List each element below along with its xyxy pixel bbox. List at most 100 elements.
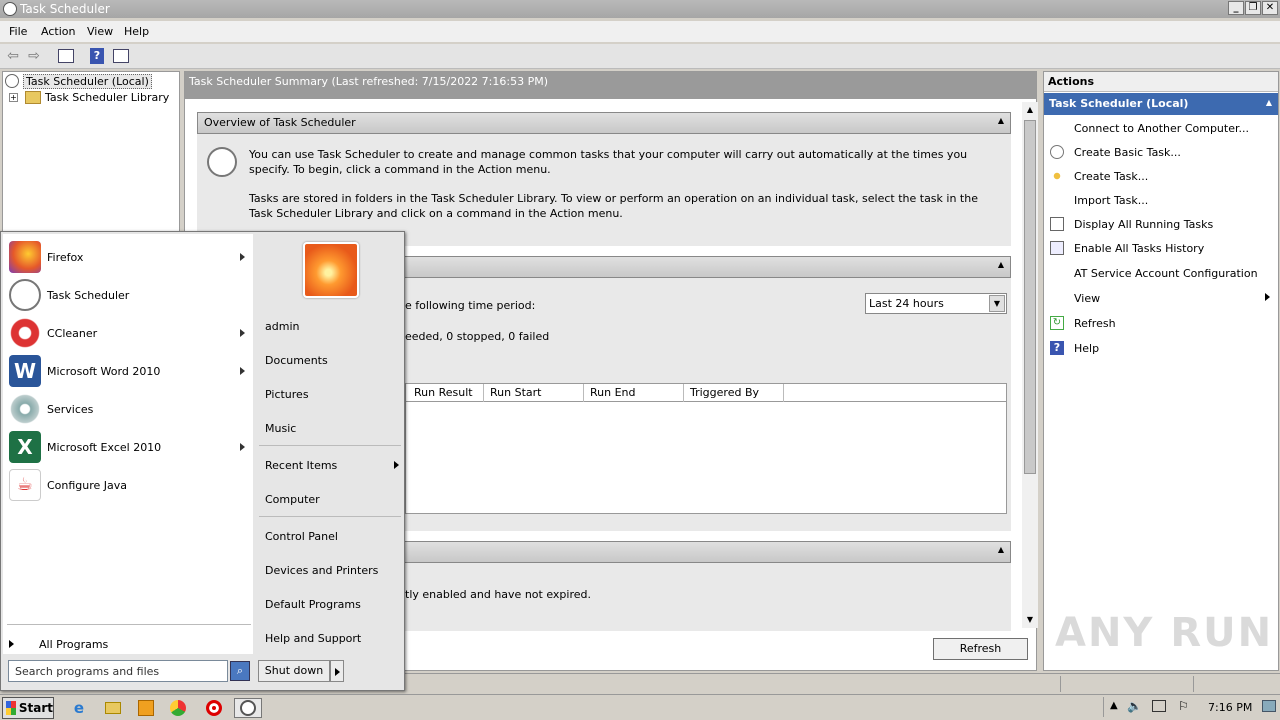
action-label: Display All Running Tasks	[1074, 217, 1214, 231]
action-import-task[interactable]: Import Task...	[1050, 189, 1274, 211]
maximize-button[interactable]: ❐	[1245, 1, 1261, 15]
link-documents[interactable]: Documents	[265, 350, 328, 370]
action-create-basic-task[interactable]: Create Basic Task...	[1050, 141, 1274, 163]
menu-action[interactable]: Action	[41, 25, 75, 38]
link-control-panel[interactable]: Control Panel	[265, 526, 338, 546]
active-tasks-text: tly enabled and have not expired.	[405, 588, 591, 601]
program-ccleaner[interactable]: CCleaner	[9, 315, 249, 351]
shutdown-button[interactable]: Shut down	[258, 660, 330, 682]
program-excel[interactable]: X Microsoft Excel 2010	[9, 429, 249, 465]
clock[interactable]: 7:16 PM	[1208, 701, 1252, 714]
start-menu: Firefox Task Scheduler CCleaner W Microso…	[0, 231, 405, 691]
action-refresh[interactable]: ↻ Refresh	[1050, 312, 1274, 334]
opera-icon	[206, 700, 222, 716]
tree-item-local[interactable]: Task Scheduler (Local)	[23, 74, 152, 89]
taskbar-chrome[interactable]	[167, 698, 189, 718]
action-enable-history[interactable]: Enable All Tasks History	[1050, 237, 1274, 259]
overview-header[interactable]: Overview of Task Scheduler ▲	[197, 112, 1011, 134]
submenu-arrow-icon	[394, 461, 399, 469]
action-at-service[interactable]: AT Service Account Configuration	[1050, 262, 1274, 284]
overview-text-1: You can use Task Scheduler to create and…	[249, 148, 968, 176]
show-hide-action-pane-button[interactable]	[111, 47, 131, 65]
close-button[interactable]: ✕	[1262, 1, 1278, 15]
link-pictures[interactable]: Pictures	[265, 384, 309, 404]
program-label: Microsoft Excel 2010	[47, 440, 162, 454]
view-icon	[1050, 291, 1064, 305]
action-view[interactable]: View	[1050, 287, 1274, 309]
internet-explorer-icon: e	[73, 699, 85, 717]
flag-icon[interactable]: ⚐	[1178, 699, 1189, 713]
link-devices-printers[interactable]: Devices and Printers	[265, 560, 378, 580]
column-run-end[interactable]: Run End	[584, 384, 684, 402]
search-icon[interactable]: ⌕	[230, 661, 250, 681]
action-help[interactable]: ? Help	[1050, 337, 1274, 359]
link-recent-items[interactable]: Recent Items	[265, 455, 399, 475]
program-label: Task Scheduler	[47, 288, 130, 302]
submenu-arrow-icon	[240, 329, 245, 337]
taskbar-media-player[interactable]	[135, 698, 157, 718]
vertical-scrollbar[interactable]: ▲ ▼	[1022, 102, 1038, 628]
minimize-button[interactable]: _	[1228, 1, 1244, 15]
forward-button[interactable]: ⇨	[24, 47, 44, 65]
taskbar-opera[interactable]	[203, 698, 225, 718]
menu-file[interactable]: File	[9, 25, 27, 38]
scroll-down-icon[interactable]: ▼	[1022, 612, 1038, 628]
taskbar-ie[interactable]: e	[68, 698, 90, 718]
collapse-icon[interactable]: ▲	[998, 260, 1004, 269]
link-music[interactable]: Music	[265, 418, 296, 438]
refresh-button[interactable]: Refresh	[933, 638, 1028, 660]
action-create-task[interactable]: Create Task...	[1050, 165, 1274, 187]
chevron-down-icon[interactable]: ▼	[989, 295, 1005, 312]
column-run-start[interactable]: Run Start	[484, 384, 584, 402]
menu-help[interactable]: Help	[124, 25, 149, 38]
speaker-icon[interactable]: 🔈	[1127, 699, 1142, 713]
action-label: Refresh	[1074, 316, 1116, 330]
show-desktop-icon[interactable]	[1262, 700, 1276, 712]
link-default-programs[interactable]: Default Programs	[265, 594, 361, 614]
overview-title: Overview of Task Scheduler	[204, 116, 356, 129]
back-button[interactable]: ⇦	[3, 47, 23, 65]
link-admin[interactable]: admin	[265, 316, 299, 336]
program-word[interactable]: W Microsoft Word 2010	[9, 353, 249, 389]
taskbar-explorer[interactable]	[102, 698, 124, 718]
search-input[interactable]: Search programs and files	[8, 660, 228, 682]
column-run-result[interactable]: Run Result	[406, 384, 484, 402]
user-avatar[interactable]	[303, 242, 359, 298]
action-connect[interactable]: Connect to Another Computer...	[1050, 117, 1274, 139]
tree-item-library[interactable]: Task Scheduler Library	[45, 91, 169, 104]
period-select[interactable]: Last 24 hours ▼	[865, 293, 1007, 314]
all-programs-label: All Programs	[39, 637, 109, 651]
period-value: Last 24 hours	[869, 297, 944, 310]
wizard-icon	[1050, 145, 1064, 159]
taskbar-task-scheduler[interactable]	[234, 698, 262, 718]
network-icon[interactable]	[1152, 700, 1166, 712]
console-tree-icon	[58, 49, 74, 63]
start-button[interactable]: Start	[2, 697, 54, 719]
running-tasks-icon	[1050, 217, 1064, 231]
window-title: Task Scheduler	[20, 2, 110, 16]
overview-section: Overview of Task Scheduler ▲ You can use …	[197, 112, 1011, 246]
show-hide-tree-button[interactable]	[56, 47, 76, 65]
collapse-icon[interactable]: ▲	[998, 116, 1004, 125]
link-computer[interactable]: Computer	[265, 489, 320, 509]
scroll-thumb[interactable]	[1024, 120, 1036, 474]
expand-icon[interactable]: +	[9, 93, 18, 102]
program-configure-java[interactable]: ☕ Configure Java	[9, 467, 249, 503]
program-firefox[interactable]: Firefox	[9, 239, 249, 275]
help-button[interactable]: ?	[87, 47, 107, 65]
scroll-up-icon[interactable]: ▲	[1022, 102, 1038, 118]
program-services[interactable]: Services	[9, 391, 249, 427]
collapse-icon[interactable]: ▲	[1266, 98, 1272, 107]
column-triggered-by[interactable]: Triggered By	[684, 384, 784, 402]
collapse-icon[interactable]: ▲	[998, 545, 1004, 554]
shutdown-options-button[interactable]	[330, 660, 344, 682]
action-display-running[interactable]: Display All Running Tasks	[1050, 213, 1274, 235]
link-help-support[interactable]: Help and Support	[265, 628, 361, 648]
all-programs-button[interactable]: All Programs	[9, 635, 249, 653]
menu-view[interactable]: View	[87, 25, 113, 38]
show-hidden-icons-icon[interactable]: ▲	[1110, 700, 1118, 711]
program-task-scheduler[interactable]: Task Scheduler	[9, 277, 249, 313]
gear-icon	[9, 393, 41, 425]
java-icon: ☕	[9, 469, 41, 501]
actions-group-header[interactable]: Task Scheduler (Local) ▲	[1044, 93, 1278, 115]
